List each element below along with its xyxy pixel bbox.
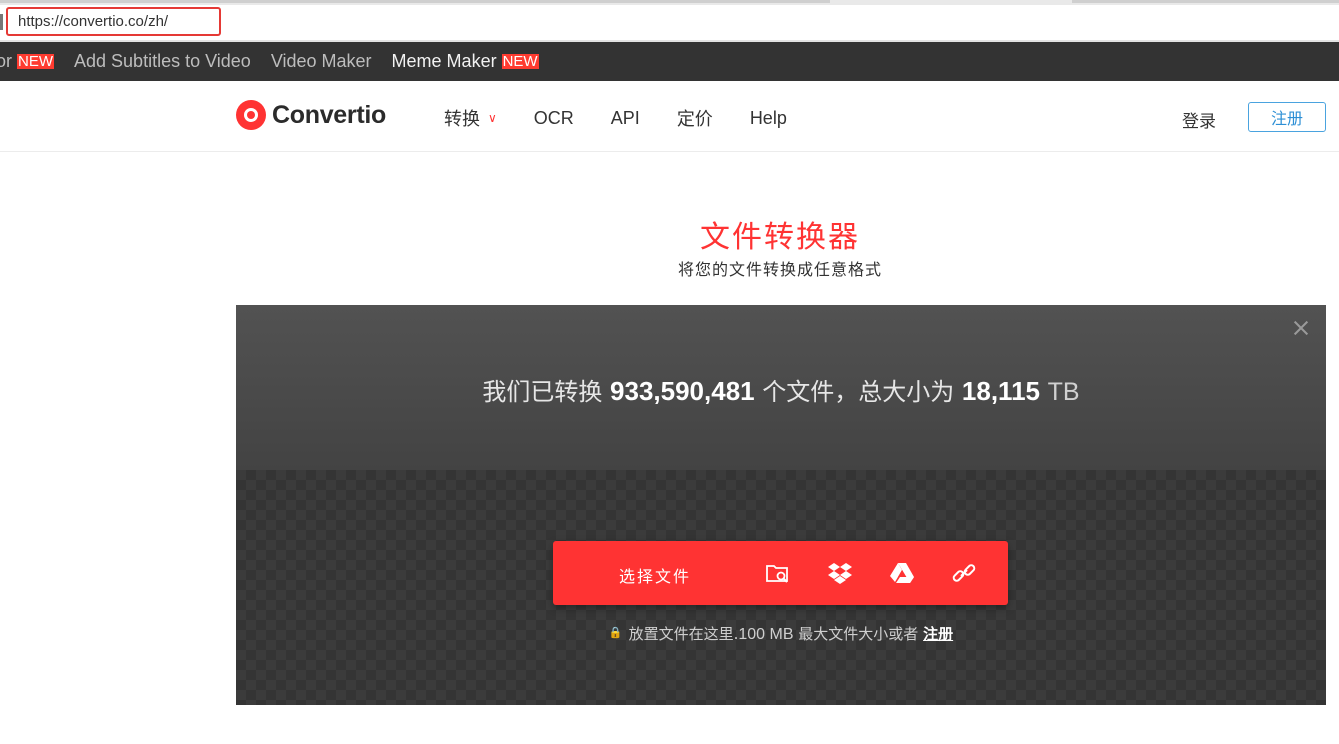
choose-files-button[interactable]: 选择文件	[619, 563, 691, 587]
stats-prefix: 我们已转换	[482, 378, 603, 406]
main-nav: 转换 ∨ OCR API 定价 Help	[444, 105, 824, 131]
nav-help[interactable]: Help	[750, 108, 787, 129]
hint-rest: 最大文件大小或者	[798, 625, 919, 643]
nav-edge	[0, 14, 3, 30]
address-bar[interactable]: https://convertio.co/zh/	[6, 7, 221, 36]
browser-chrome: https://convertio.co/zh/	[0, 0, 1339, 42]
hint-text: 放置文件在这里.	[628, 625, 739, 643]
new-badge: NEW	[501, 53, 539, 70]
conversion-stats: 我们已转换 933,590,481 个文件，总大小为 18,115 TB	[236, 372, 1326, 407]
choose-files-bar: 选择文件	[553, 541, 1008, 605]
promo-label: Meme Maker	[391, 51, 497, 71]
close-icon[interactable]	[1292, 319, 1310, 337]
new-badge-text: NEW	[17, 53, 55, 70]
size-unit: TB	[1047, 378, 1080, 406]
promo-label: Add Subtitles to Video	[74, 51, 251, 71]
page-subtitle: 将您的文件转换成任意格式	[677, 260, 882, 279]
stats-mid: 个文件，总大小为	[762, 378, 955, 406]
site-header: Convertio 转换 ∨ OCR API 定价 Help 登录 注册	[0, 81, 1339, 152]
drop-hint: 🔒 放置文件在这里.100 MB 最大文件大小或者 注册	[236, 623, 1326, 644]
nav-ocr[interactable]: OCR	[534, 108, 574, 129]
promo-item-meme-maker[interactable]: Meme Maker NEW	[392, 51, 539, 72]
promo-bar: or NEW Add Subtitles to Video Video Make…	[0, 42, 1339, 81]
browser-tab[interactable]	[1072, 0, 1339, 3]
nav-convert[interactable]: 转换 ∨	[444, 105, 497, 131]
promo-label: or	[0, 51, 13, 71]
address-text: https://convertio.co/zh/	[18, 13, 169, 30]
dropbox-icon[interactable]	[827, 561, 853, 585]
nav-api[interactable]: API	[611, 108, 640, 129]
promo-item-editor[interactable]: or NEW	[0, 51, 55, 72]
file-count: 933,590,481	[610, 376, 755, 406]
nav-label: Help	[749, 107, 787, 128]
register-button[interactable]: 注册	[1248, 102, 1326, 132]
nav-label: API	[610, 107, 640, 128]
login-link[interactable]: 登录	[1182, 107, 1216, 132]
folder-search-icon[interactable]	[765, 561, 791, 585]
lock-icon: 🔒	[608, 626, 623, 639]
nav-label: OCR	[533, 107, 574, 128]
link-icon[interactable]	[951, 561, 977, 585]
logo-text: Convertio	[272, 100, 386, 129]
promo-label: Video Maker	[270, 51, 372, 71]
stats-banner: 我们已转换 933,590,481 个文件，总大小为 18,115 TB	[236, 305, 1326, 470]
new-badge-text: NEW	[501, 53, 539, 70]
promo-item-video-maker[interactable]: Video Maker	[271, 51, 372, 72]
nav-label: 定价	[676, 109, 713, 129]
browser-tab[interactable]	[0, 0, 830, 3]
tab-strip	[0, 0, 1339, 5]
promo-item-subtitles[interactable]: Add Subtitles to Video	[74, 51, 251, 72]
chevron-down-icon: ∨	[488, 111, 497, 125]
page-title: 文件转换器	[700, 220, 860, 255]
google-drive-icon[interactable]	[889, 561, 915, 585]
nav-label: 转换	[444, 109, 480, 129]
new-badge: NEW	[17, 53, 55, 70]
convertio-logo-icon	[236, 100, 266, 130]
logo[interactable]: Convertio	[236, 100, 386, 130]
signup-link[interactable]: 注册	[923, 625, 953, 643]
max-size: 100 MB	[738, 626, 794, 643]
total-size: 18,115	[961, 376, 1040, 406]
nav-pricing[interactable]: 定价	[677, 105, 713, 131]
converter-panel: 我们已转换 933,590,481 个文件，总大小为 18,115 TB 选择文…	[236, 305, 1326, 705]
